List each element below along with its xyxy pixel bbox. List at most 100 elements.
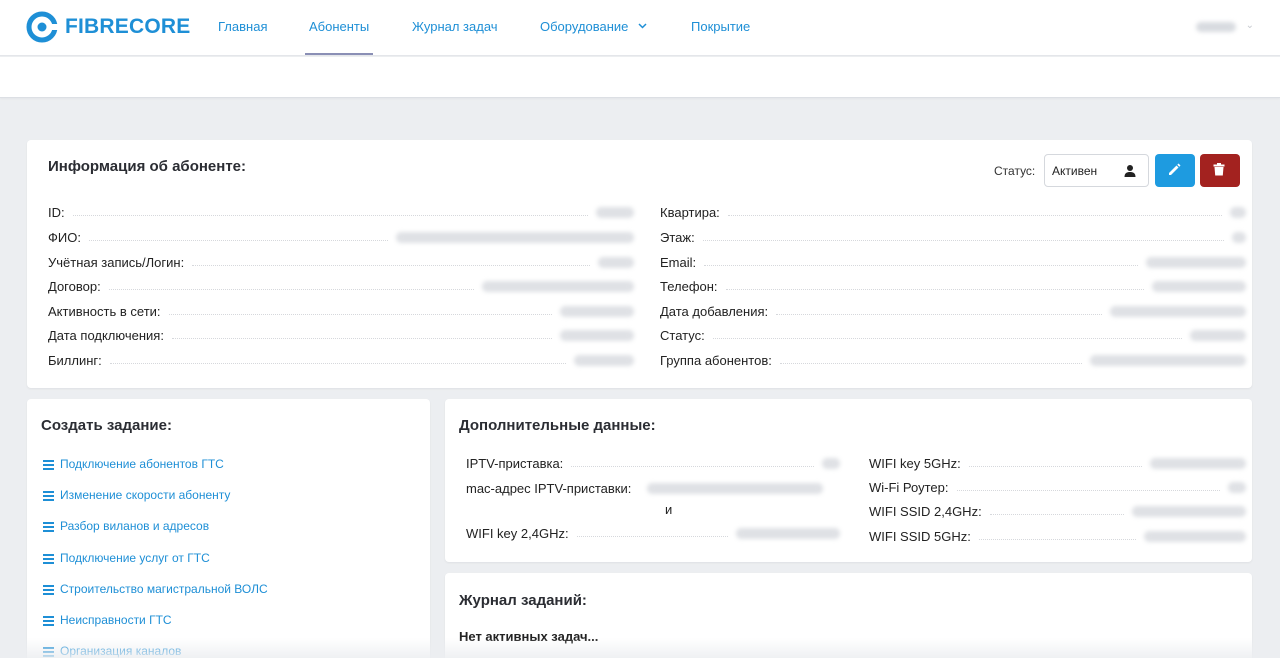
field-row-apartment: Квартира: [660,203,1246,221]
field-row-wifi-key-24: WIFI key 2,4GHz: [466,524,840,542]
field-label: WIFI key 5GHz: [869,455,961,471]
list-icon [43,584,54,595]
nav-subscribers[interactable]: Абоненты [309,19,369,34]
field-value-redacted [736,527,840,539]
task-link-label: Подключение абонентов ГТС [60,457,224,471]
field-value-redacted [1228,481,1246,493]
field-value-redacted [822,457,840,469]
delete-button[interactable] [1200,154,1240,187]
subscriber-info-title: Информация об абоненте: [48,158,247,175]
task-link[interactable]: Разбор виланов и адресов [43,519,209,533]
top-navbar: FIBRECORE Главная Абоненты Журнал задач … [0,0,1280,56]
nav-home[interactable]: Главная [218,19,267,34]
subscriber-info-card: Информация об абоненте: Статус: Активен … [27,140,1252,388]
nav-equipment[interactable]: Оборудование [540,19,647,34]
task-link[interactable]: Неисправности ГТС [43,613,172,627]
list-icon [43,521,54,532]
field-row-email: Email: [660,253,1246,271]
pencil-icon [1169,163,1181,175]
field-value-redacted [560,305,634,317]
nav-active-indicator [305,53,373,55]
field-row-iptv-box: IPTV-приставка: [466,454,840,472]
list-icon [43,553,54,564]
field-row-wifi-ssid-24: WIFI SSID 2,4GHz: [869,502,1246,520]
field-label: WIFI SSID 5GHz: [869,528,971,544]
field-row-wifi-router: Wi-Fi Роутер: [869,478,1246,496]
brand-name: FIBRECORE [65,15,191,38]
extra-data-title: Дополнительные данные: [459,417,656,434]
field-row-wifi-ssid-5: WIFI SSID 5GHz: [869,527,1246,545]
brand-logo[interactable]: FIBRECORE [26,11,190,43]
field-label: Этаж: [660,229,695,245]
field-value-redacted [1090,354,1246,366]
list-icon [43,490,54,501]
field-row-floor: Этаж: [660,228,1246,246]
list-icon [43,646,54,657]
field-row-subscriber-group: Группа абонентов: [660,351,1246,369]
field-value-redacted [1230,206,1246,218]
field-value-redacted [1110,305,1246,317]
field-row-connection-date: Дата подключения: [48,326,634,344]
task-link-label: Организация каналов [60,644,182,658]
field-row-fio: ФИО: [48,228,634,246]
field-label: Статус: [660,327,705,343]
field-label: Учётная запись/Логин: [48,254,185,270]
field-label: Биллинг: [48,352,102,368]
field-label: mac-адрес IPTV-приставки: [466,480,632,496]
field-value-redacted [596,206,634,218]
field-label: Телефон: [660,278,718,294]
field-label: ID: [48,204,65,220]
task-journal-title: Журнал заданий: [459,592,587,609]
field-row-status: Статус: [660,326,1246,344]
field-value-redacted [1152,280,1246,292]
field-row-added-date: Дата добавления: [660,302,1246,320]
user-icon [1124,165,1136,177]
field-value-redacted [574,354,634,366]
user-name-redacted [1196,22,1236,32]
task-link-label: Неисправности ГТС [60,613,172,627]
field-value-redacted [1150,457,1246,469]
task-link-label: Строительство магистральной ВОЛС [60,582,268,596]
field-label: Дата добавления: [660,303,769,319]
chevron-down-icon [638,23,647,29]
status-label: Статус: [994,164,1036,178]
edit-button[interactable] [1155,154,1195,187]
field-value-redacted [1144,530,1246,542]
user-menu[interactable]: ⌄ [1196,20,1254,34]
field-value-redacted [482,280,634,292]
task-journal-empty-text: Нет активных задач... [459,629,599,644]
field-value-redacted [598,256,634,268]
trash-icon [1213,163,1225,176]
task-link[interactable]: Подключение услуг от ГТС [43,551,210,565]
status-select[interactable]: Активен [1044,154,1149,187]
page-subheader [0,57,1280,98]
field-value-redacted [396,231,634,243]
list-icon [43,615,54,626]
field-suffix: и [665,501,673,517]
field-value-redacted [1232,231,1246,243]
fibrecore-logo-icon [26,11,58,43]
field-label: ФИО: [48,229,81,245]
extra-data-card: Дополнительные данные: IPTV-приставка: m… [445,399,1252,562]
field-row-iptv-mac-suffix: и [665,500,685,518]
task-link[interactable]: Организация каналов [43,644,181,658]
task-link[interactable]: Изменение скорости абоненту [43,488,230,502]
task-journal-card: Журнал заданий: Нет активных задач... [445,573,1252,658]
nav-task-journal[interactable]: Журнал задач [412,19,498,34]
field-label: Активность в сети: [48,303,161,319]
nav-coverage[interactable]: Покрытие [691,19,750,34]
field-label: Дата подключения: [48,327,164,343]
field-label: IPTV-приставка: [466,455,564,471]
field-label: Договор: [48,278,101,294]
field-value-redacted [647,482,824,494]
task-link[interactable]: Подключение абонентов ГТС [43,457,224,471]
list-icon [43,459,54,470]
task-link-label: Подключение услуг от ГТС [60,551,210,565]
task-link[interactable]: Строительство магистральной ВОЛС [43,582,268,596]
field-value-redacted [1190,329,1246,341]
field-label: WIFI SSID 2,4GHz: [869,503,982,519]
field-value-redacted [1132,505,1246,517]
nav-equipment-label: Оборудование [540,19,629,34]
field-label: WIFI key 2,4GHz: [466,525,569,541]
field-row-login: Учётная запись/Логин: [48,253,634,271]
